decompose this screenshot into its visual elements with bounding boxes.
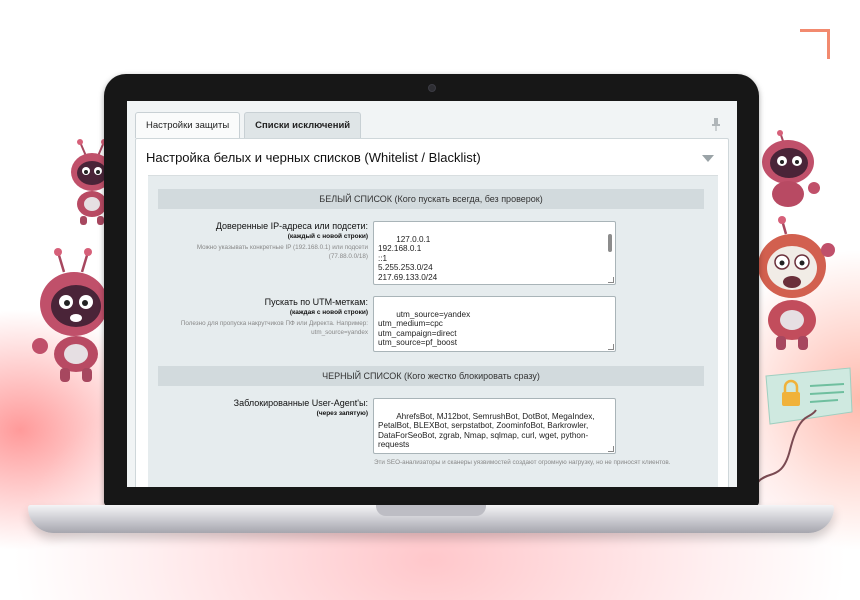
utm-label-group: Пускать по UTM-меткам: (каждая с новой с… — [158, 297, 368, 337]
trusted-ip-hint: Можно указывать конкретные IP (192.168.0… — [196, 244, 368, 260]
user-agent-label-group: Заблокированные User-Agent'ы: (через зап… — [158, 398, 368, 418]
laptop-notch — [376, 505, 486, 516]
resize-grip[interactable] — [608, 277, 614, 283]
trusted-ip-textarea[interactable]: 127.0.0.1 192.168.0.1 ::1 5.255.253.0/24… — [373, 221, 616, 285]
tab-protection-settings[interactable]: Настройки защиты — [135, 112, 241, 138]
utm-label: Пускать по UTM-меткам: — [264, 297, 368, 307]
blacklist-heading: ЧЕРНЫЙ СПИСОК (Кого жестко блокировать с… — [158, 366, 704, 386]
resize-grip[interactable] — [608, 344, 614, 350]
panel-title: Настройка белых и черных списков (Whitel… — [146, 150, 481, 165]
collapse-icon[interactable] — [702, 155, 714, 162]
scroll-thumb[interactable] — [608, 234, 612, 252]
trusted-ip-scrollbar[interactable] — [607, 224, 613, 276]
trusted-ip-sublabel: (каждый с новой строки) — [287, 233, 368, 240]
pin-icon[interactable] — [711, 117, 721, 131]
trusted-ip-label-group: Доверенные IP-адреса или подсети: (кажды… — [158, 221, 368, 261]
tab-bar: Настройки защиты Списки исключений — [135, 112, 362, 138]
utm-hint: Полезно для пропуска накрутчиков ПФ или … — [180, 320, 368, 336]
robot-mascot-large-right — [758, 216, 835, 350]
app-screen: Настройки защиты Списки исключений Настр… — [127, 101, 737, 487]
user-agent-textarea[interactable]: AhrefsBot, MJ12bot, SemrushBot, DotBot, … — [373, 398, 616, 454]
tab-exclusion-lists[interactable]: Списки исключений — [244, 112, 362, 138]
resize-grip[interactable] — [608, 446, 614, 452]
trusted-ip-value: 127.0.0.1 192.168.0.1 ::1 5.255.253.0/24… — [378, 234, 438, 284]
utm-textarea[interactable]: utm_source=yandex utm_medium=cpc utm_cam… — [373, 296, 616, 352]
panel-body: БЕЛЫЙ СПИСОК (Кого пускать всегда, без п… — [148, 175, 718, 487]
user-agent-label: Заблокированные User-Agent'ы: — [233, 398, 368, 408]
corner-bracket-decoration — [800, 29, 830, 59]
user-agent-value: AhrefsBot, MJ12bot, SemrushBot, DotBot, … — [378, 411, 597, 450]
robot-mascot-small-right — [762, 130, 820, 207]
utm-sublabel: (каждая с новой строки) — [289, 309, 368, 316]
whitelist-heading: БЕЛЫЙ СПИСОК (Кого пускать всегда, без п… — [158, 189, 704, 209]
utm-value: utm_source=yandex utm_medium=cpc utm_cam… — [378, 309, 471, 348]
user-agent-note: Эти SEO-анализаторы и сканеры уязвимосте… — [374, 459, 671, 466]
laptop-camera — [428, 84, 436, 92]
trusted-ip-label: Доверенные IP-адреса или подсети: — [215, 221, 368, 231]
user-agent-sublabel: (через запятую) — [316, 410, 368, 417]
settings-panel: Настройка белых и черных списков (Whitel… — [135, 138, 729, 487]
